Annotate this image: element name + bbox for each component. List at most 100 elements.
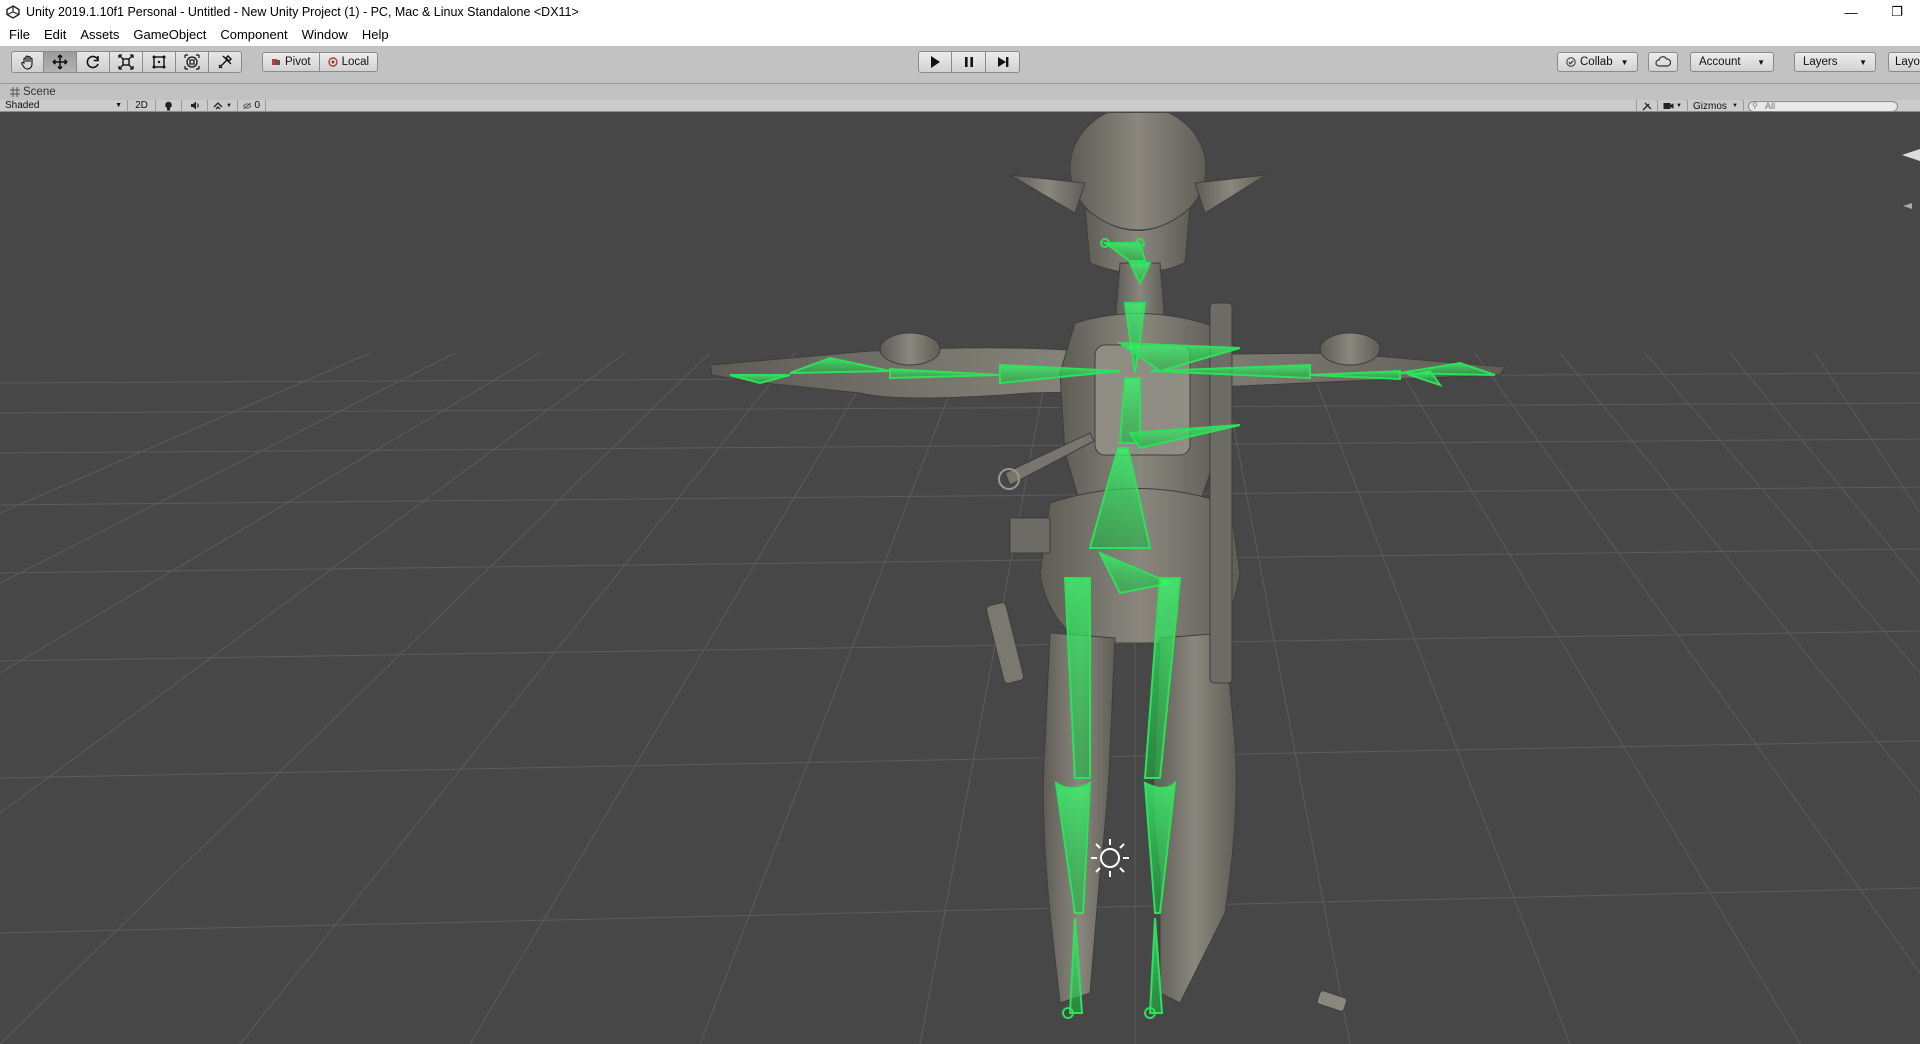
local-icon (327, 57, 338, 67)
scene-search-input[interactable] (1748, 100, 1898, 112)
camera-dropdown[interactable]: ▼ (1658, 100, 1688, 112)
pivot-toggle[interactable]: Pivot (262, 52, 320, 72)
scale-icon (118, 54, 134, 70)
transform-icon (184, 54, 200, 70)
restore-button[interactable]: ❐ (1874, 0, 1920, 24)
pivot-label: Pivot (285, 56, 311, 68)
transform-tool-button[interactable] (176, 51, 209, 73)
hand-icon (20, 55, 33, 70)
menu-gameobject[interactable]: GameObject (126, 24, 213, 46)
move-tool-button[interactable] (44, 51, 77, 73)
main-toolbar: Pivot Local Collab ▼ Account ▼ Layers ▼ … (0, 46, 1920, 84)
menu-edit[interactable]: Edit (37, 24, 73, 46)
rotate-tool-button[interactable] (77, 51, 110, 73)
account-label: Account (1699, 56, 1741, 68)
scene-render (0, 113, 1920, 1044)
chevron-down-icon: ▼ (1757, 57, 1765, 67)
window-title: Unity 2019.1.10f1 Personal - Untitled - … (26, 5, 579, 19)
local-toggle[interactable]: Local (319, 52, 379, 72)
playmode-controls (918, 51, 1020, 73)
scene-orientation-gizmo[interactable] (1902, 149, 1920, 209)
tab-scene[interactable]: Scene (0, 86, 56, 98)
lightbulb-icon (165, 101, 172, 110)
scene-tab-strip: Scene (0, 84, 1920, 100)
layout-dropdown[interactable]: Layo (1888, 52, 1920, 72)
menu-bar: File Edit Assets GameObject Component Wi… (0, 24, 1920, 46)
title-bar: Unity 2019.1.10f1 Personal - Untitled - … (0, 0, 1920, 24)
cloud-button[interactable] (1648, 52, 1678, 72)
chevron-down-icon: ▼ (1620, 57, 1629, 67)
rect-tool-button[interactable] (143, 51, 176, 73)
unity-editor-window: Unity 2019.1.10f1 Personal - Untitled - … (0, 0, 1920, 1044)
menu-file[interactable]: File (2, 24, 37, 46)
2d-toggle[interactable]: 2D (128, 99, 156, 112)
menu-help[interactable]: Help (355, 24, 396, 46)
effects-dropdown[interactable]: ▼ (208, 99, 238, 112)
camera-icon (1663, 103, 1674, 109)
collab-button[interactable]: Collab ▼ (1557, 52, 1638, 72)
menu-window[interactable]: Window (295, 24, 355, 46)
search-icon: ⚲ (1752, 100, 1758, 110)
layout-label: Layo (1895, 56, 1920, 68)
move-icon (52, 54, 68, 70)
hidden-objects-toggle[interactable]: 0 (238, 99, 266, 112)
scene-toolbar: Shaded ▼ 2D ▼ 0 ▼ Gizmos ▼ ⚲ All (0, 99, 1920, 112)
search-field: ⚲ (1748, 100, 1898, 112)
hidden-count: 0 (254, 100, 260, 111)
step-button[interactable] (986, 51, 1020, 73)
gizmos-dropdown[interactable]: Gizmos ▼ (1688, 100, 1744, 112)
grid-icon (10, 87, 20, 97)
eye-slash-icon (243, 102, 252, 109)
layers-dropdown[interactable]: Layers ▼ (1794, 52, 1876, 72)
chevron-down-icon: ▼ (1676, 103, 1682, 109)
dropped-object[interactable] (1316, 990, 1348, 1012)
local-label: Local (341, 56, 370, 68)
play-icon (931, 56, 940, 68)
pause-button[interactable] (952, 51, 986, 73)
chevron-down-icon: ▼ (115, 102, 122, 109)
lighting-toggle[interactable] (156, 99, 182, 112)
chevron-down-icon: ▼ (226, 102, 232, 109)
effects-icon (213, 102, 223, 110)
tools-toggle[interactable] (1636, 100, 1658, 112)
gizmos-label: Gizmos (1693, 100, 1727, 112)
scene-toolbar-right: ▼ Gizmos ▼ ⚲ (1636, 100, 1898, 112)
account-dropdown[interactable]: Account ▼ (1690, 52, 1774, 72)
chevron-down-icon: ▼ (1859, 57, 1867, 67)
scene-view-viewport[interactable] (0, 113, 1920, 1044)
minimize-button[interactable]: — (1828, 0, 1874, 24)
rect-icon (152, 55, 166, 69)
scale-tool-button[interactable] (110, 51, 143, 73)
custom-tool-button[interactable] (209, 51, 242, 73)
layers-label: Layers (1803, 56, 1838, 68)
menu-assets[interactable]: Assets (73, 24, 126, 46)
layers-group: Layers ▼ (1794, 52, 1876, 74)
scene-grid (0, 352, 1920, 1044)
cloud-group (1648, 52, 1678, 74)
unity-logo-icon (4, 3, 22, 21)
audio-toggle[interactable] (182, 99, 208, 112)
rotate-icon (86, 55, 99, 69)
collab-group: Collab ▼ (1557, 52, 1638, 74)
cloud-icon (1655, 56, 1671, 67)
transform-tools (11, 51, 242, 73)
menu-component[interactable]: Component (213, 24, 294, 46)
play-button[interactable] (918, 51, 952, 73)
pivot-local-group: Pivot Local (262, 52, 379, 74)
step-icon (997, 57, 1008, 67)
account-group: Account ▼ (1690, 52, 1774, 74)
pivot-icon (272, 59, 280, 65)
shading-mode-label: Shaded (5, 100, 40, 111)
collab-label: Collab (1580, 56, 1613, 68)
layout-group: Layo (1888, 52, 1920, 74)
tools-icon (1642, 102, 1652, 110)
speaker-icon (190, 101, 199, 110)
chevron-down-icon: ▼ (1732, 103, 1738, 109)
custom-tool-icon (218, 55, 232, 69)
tab-scene-label: Scene (23, 86, 56, 98)
check-icon (1566, 57, 1576, 67)
pause-icon (964, 57, 973, 67)
hand-tool-button[interactable] (11, 51, 44, 73)
light-gizmo-icon[interactable] (1091, 839, 1129, 877)
shading-mode-dropdown[interactable]: Shaded ▼ (0, 99, 128, 112)
